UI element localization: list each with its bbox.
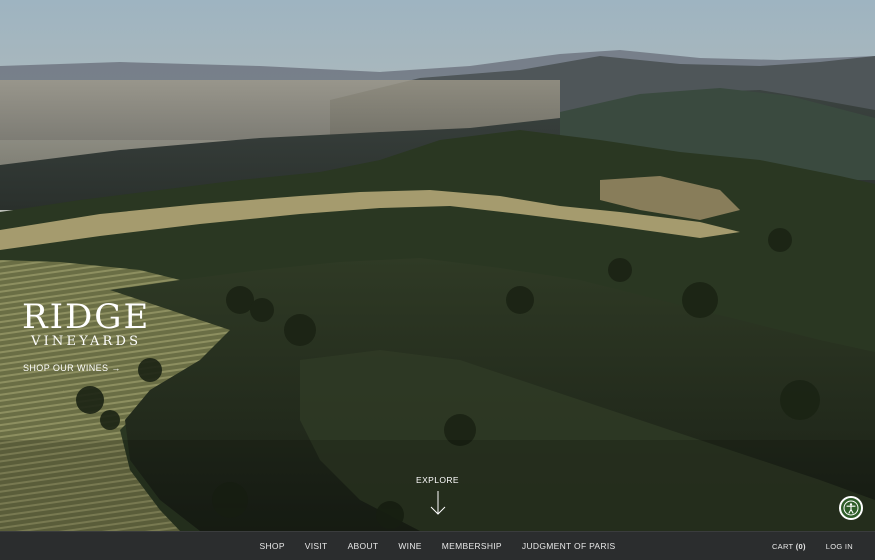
nav-item-wine[interactable]: WINE — [398, 541, 421, 551]
nav-item-judgment-of-paris[interactable]: JUDGMENT OF PARIS — [522, 541, 616, 551]
accessibility-icon — [843, 500, 859, 516]
shop-our-wines-link[interactable]: SHOP OUR WINES → — [23, 363, 121, 373]
brand-logo[interactable]: RIDGE VINEYARDS — [22, 300, 150, 349]
arrow-down-icon — [430, 491, 445, 515]
brand-logo-word: RIDGE — [22, 297, 151, 337]
cart-link[interactable]: CART (0) — [772, 542, 806, 551]
login-link[interactable]: LOG IN — [826, 542, 853, 551]
nav-item-visit[interactable]: VISIT — [305, 541, 328, 551]
bottom-navigation-bar: SHOP VISIT ABOUT WINE MEMBERSHIP JUDGMEN… — [0, 531, 875, 560]
hero-landscape-image — [0, 0, 875, 531]
brand-logo-subtitle: VINEYARDS — [31, 334, 142, 349]
hero-section: RIDGE VINEYARDS SHOP OUR WINES → EXPLORE — [0, 0, 875, 531]
account-nav: CART (0) LOG IN — [772, 532, 853, 560]
cart-count: (0) — [795, 541, 806, 551]
cart-label: CART — [771, 541, 796, 551]
nav-item-about[interactable]: ABOUT — [348, 541, 379, 551]
nav-item-membership[interactable]: MEMBERSHIP — [442, 541, 502, 551]
accessibility-button[interactable] — [839, 496, 863, 520]
explore-link[interactable]: EXPLORE — [400, 475, 475, 516]
main-nav-menu: SHOP VISIT ABOUT WINE MEMBERSHIP JUDGMEN… — [0, 532, 875, 560]
explore-label: EXPLORE — [416, 475, 459, 485]
nav-item-shop[interactable]: SHOP — [260, 541, 285, 551]
